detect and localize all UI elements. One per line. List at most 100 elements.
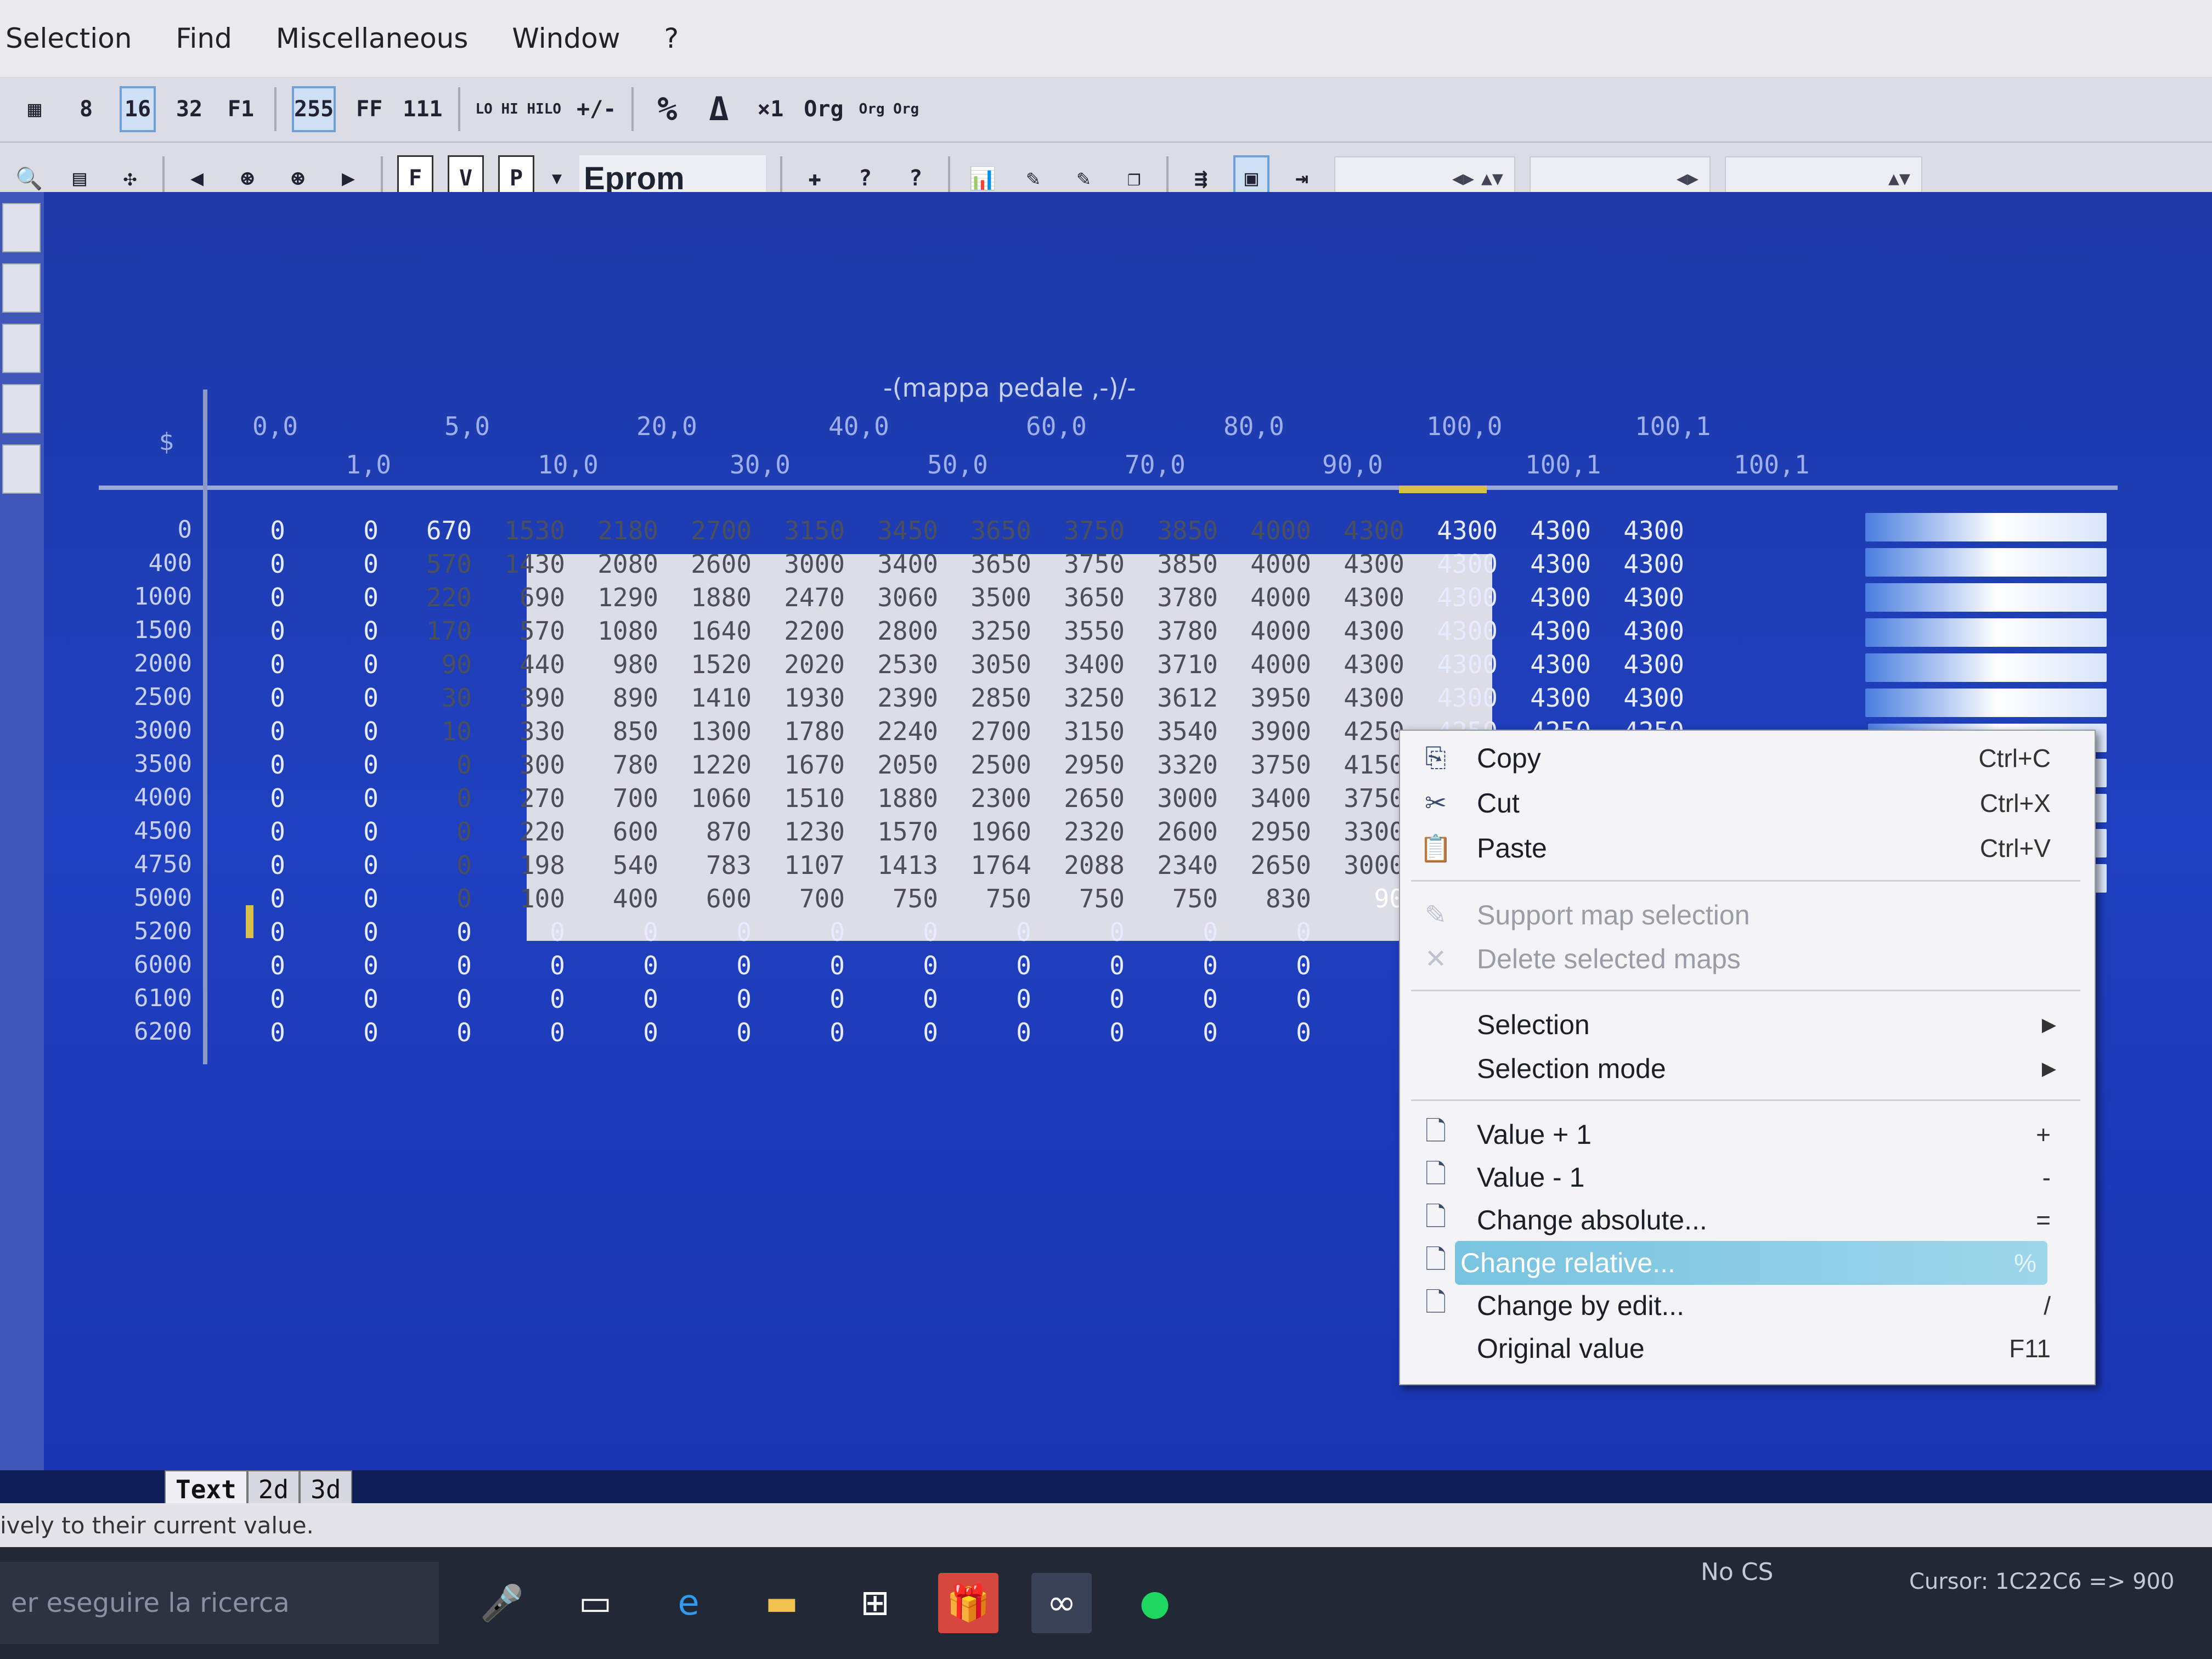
- map-cell[interactable]: 4300: [1311, 583, 1404, 612]
- menu-find[interactable]: Find: [170, 17, 237, 60]
- map-cell[interactable]: 198: [472, 850, 565, 880]
- map-cell[interactable]: 0: [1218, 984, 1311, 1014]
- map-cell[interactable]: 2180: [565, 516, 658, 545]
- map-cell[interactable]: 330: [472, 716, 565, 746]
- map-cell[interactable]: 3950: [1218, 683, 1311, 713]
- map-cell[interactable]: 3612: [1125, 683, 1218, 713]
- map-cell[interactable]: 3150: [752, 516, 845, 545]
- task-view-icon[interactable]: ▭: [565, 1573, 625, 1633]
- map-cell[interactable]: 0: [1125, 951, 1218, 980]
- map-cell[interactable]: 0: [938, 917, 1031, 947]
- map-cell[interactable]: 750: [1125, 884, 1218, 913]
- map-cell[interactable]: 4300: [1498, 683, 1591, 713]
- map-cell[interactable]: 4150: [1311, 750, 1404, 780]
- menu-item-copy[interactable]: ⎘ Copy Ctrl+C: [1400, 736, 2095, 780]
- map-cell[interactable]: 3750: [1218, 750, 1311, 780]
- map-cell[interactable]: 0: [192, 616, 285, 646]
- map-cell[interactable]: 0: [285, 917, 379, 947]
- map-cell[interactable]: 0: [472, 984, 565, 1014]
- map-cell[interactable]: 0: [565, 984, 658, 1014]
- map-cell[interactable]: 0: [379, 884, 472, 913]
- decimal-button[interactable]: 255: [292, 86, 336, 132]
- map-cell[interactable]: 0: [192, 884, 285, 913]
- menu-help[interactable]: ?: [659, 17, 685, 60]
- menu-window[interactable]: Window: [506, 17, 625, 60]
- map-cell[interactable]: 3650: [938, 549, 1031, 579]
- map-cell[interactable]: 440: [472, 650, 565, 679]
- map-cell[interactable]: 4250: [1311, 716, 1404, 746]
- map-cell[interactable]: 1300: [658, 716, 752, 746]
- map-cell[interactable]: 870: [658, 817, 752, 847]
- map-cell[interactable]: 0: [845, 984, 938, 1014]
- map-cell[interactable]: 4300: [1311, 516, 1404, 545]
- microphone-icon[interactable]: 🎤: [472, 1573, 532, 1633]
- grid-icon[interactable]: ▦: [16, 86, 53, 132]
- map-cell[interactable]: 0: [845, 917, 938, 947]
- map-cell[interactable]: 1060: [658, 783, 752, 813]
- map-cell[interactable]: 3000: [1125, 783, 1218, 813]
- map-cell[interactable]: 4300: [1498, 549, 1591, 579]
- menu-selection[interactable]: Selection: [0, 17, 137, 60]
- spotify-icon[interactable]: ●: [1125, 1573, 1185, 1633]
- map-cell[interactable]: 2080: [565, 549, 658, 579]
- map-cell[interactable]: 0: [192, 583, 285, 612]
- map-cell[interactable]: 4300: [1404, 583, 1498, 612]
- map-cell[interactable]: 2600: [658, 549, 752, 579]
- map-cell[interactable]: 0: [1218, 917, 1311, 947]
- map-cell[interactable]: 4300: [1498, 650, 1591, 679]
- map-cell[interactable]: 4300: [1591, 650, 1684, 679]
- map-cell[interactable]: 4300: [1404, 616, 1498, 646]
- map-cell[interactable]: 4300: [1311, 683, 1404, 713]
- map-cell[interactable]: 0: [752, 984, 845, 1014]
- factor-button[interactable]: ×1: [752, 86, 788, 132]
- map-cell[interactable]: 0: [379, 984, 472, 1014]
- map-cell[interactable]: 0: [938, 951, 1031, 980]
- map-cell[interactable]: 670: [379, 516, 472, 545]
- map-cell[interactable]: 3320: [1125, 750, 1218, 780]
- map-cell[interactable]: 0: [752, 951, 845, 980]
- map-cell[interactable]: 0: [658, 917, 752, 947]
- map-cell[interactable]: 0: [192, 984, 285, 1014]
- explorer-icon[interactable]: ▬: [752, 1573, 812, 1633]
- map-cell[interactable]: 1880: [658, 583, 752, 612]
- menu-item-change-absolute[interactable]: 🗋 Change absolute... =: [1400, 1198, 2095, 1242]
- map-cell[interactable]: 3300: [1311, 817, 1404, 847]
- map-cell[interactable]: 0: [379, 951, 472, 980]
- edge-icon[interactable]: e: [658, 1573, 719, 1633]
- map-cell[interactable]: 4000: [1218, 516, 1311, 545]
- float-button[interactable]: F1: [223, 86, 259, 132]
- percent-button[interactable]: %: [649, 86, 685, 132]
- map-cell[interactable]: 700: [565, 783, 658, 813]
- map-cell[interactable]: 830: [1218, 884, 1311, 913]
- delta-button[interactable]: Δ: [701, 86, 737, 132]
- map-cell[interactable]: 4300: [1311, 650, 1404, 679]
- map-cell[interactable]: 90: [1311, 884, 1404, 913]
- map-cell[interactable]: 0: [285, 984, 379, 1014]
- map-cell[interactable]: 3850: [1125, 549, 1218, 579]
- map-cell[interactable]: 1764: [938, 850, 1031, 880]
- map-cell[interactable]: 2020: [752, 650, 845, 679]
- map-cell[interactable]: 3900: [1218, 716, 1311, 746]
- map-cell[interactable]: 1960: [938, 817, 1031, 847]
- map-cell[interactable]: 2600: [1125, 817, 1218, 847]
- map-cell[interactable]: 300: [472, 750, 565, 780]
- map-cell[interactable]: 4000: [1218, 549, 1311, 579]
- map-cell[interactable]: 3000: [752, 549, 845, 579]
- menu-item-selection[interactable]: Selection ▶: [1400, 1003, 2095, 1047]
- map-cell[interactable]: 3710: [1125, 650, 1218, 679]
- map-cell[interactable]: 1640: [658, 616, 752, 646]
- map-cell[interactable]: 390: [472, 683, 565, 713]
- map-cell[interactable]: 0: [1031, 1018, 1125, 1047]
- map-cell[interactable]: 0: [379, 1018, 472, 1047]
- map-cell[interactable]: 2850: [938, 683, 1031, 713]
- map-cell[interactable]: 30: [379, 683, 472, 713]
- map-cell[interactable]: 750: [1031, 884, 1125, 913]
- map-cell[interactable]: 3400: [1218, 783, 1311, 813]
- map-cell[interactable]: 2650: [1218, 850, 1311, 880]
- map-cell[interactable]: 1780: [752, 716, 845, 746]
- map-cell[interactable]: 2470: [752, 583, 845, 612]
- hex-button[interactable]: FF: [351, 86, 387, 132]
- map-cell[interactable]: 1520: [658, 650, 752, 679]
- map-cell[interactable]: 4300: [1404, 650, 1498, 679]
- map-cell[interactable]: 0: [565, 917, 658, 947]
